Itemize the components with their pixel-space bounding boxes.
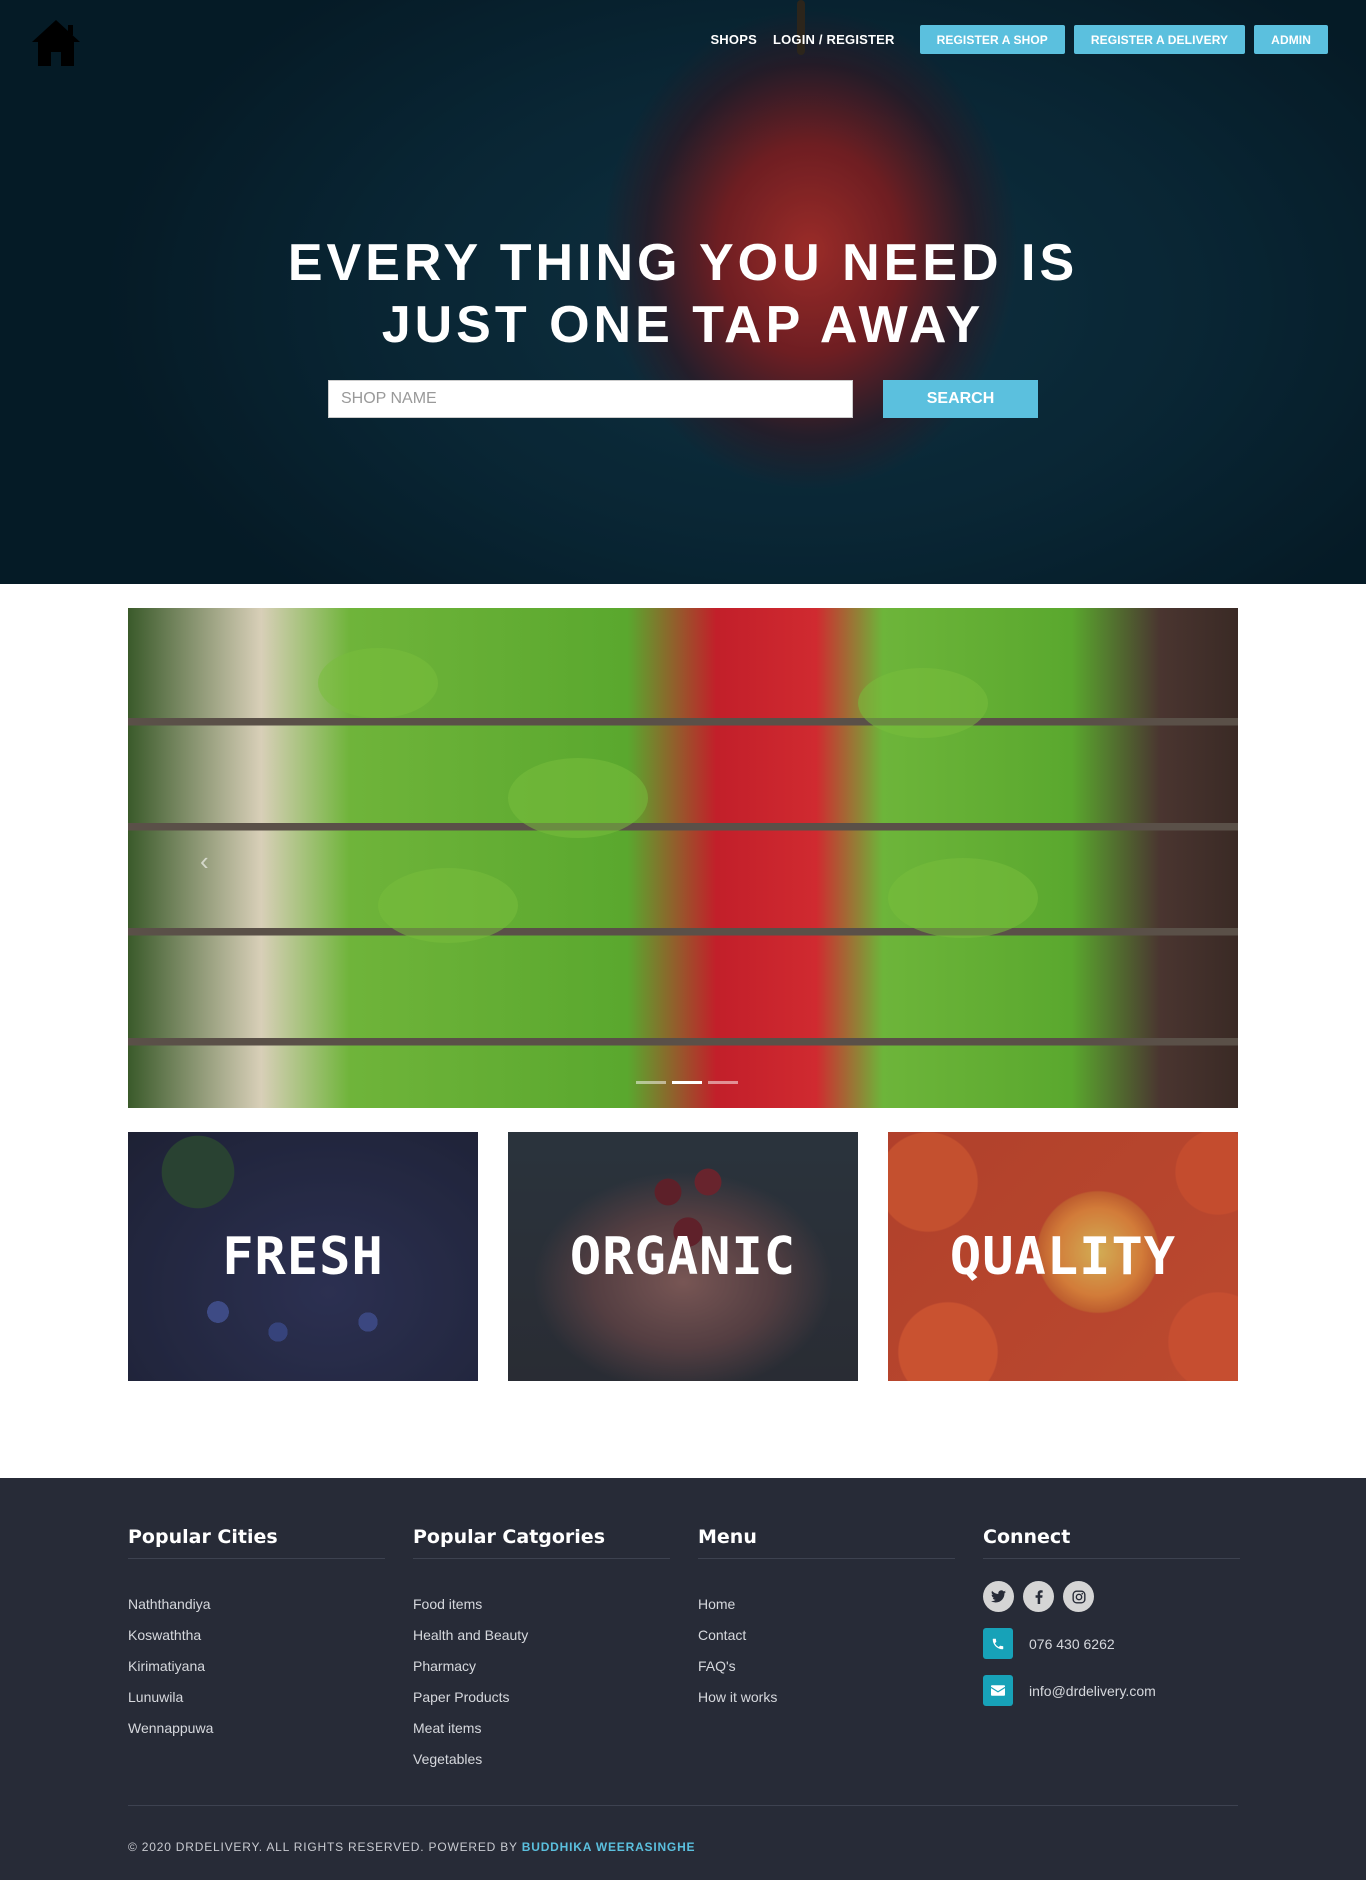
footer-popular-cities: Popular Cities Naththandiya Koswaththa K… [128,1526,385,1744]
menu-link-how-it-works[interactable]: How it works [698,1682,955,1713]
feature-tile-organic: ORGANIC [508,1132,858,1381]
produce-carousel: ‹ [128,608,1238,1108]
register-shop-button[interactable]: REGISTER A SHOP [919,25,1065,54]
footer-menu: Menu Home Contact FAQ's How it works [698,1526,955,1713]
footer-divider [128,1805,1238,1806]
copyright-text: © 2020 DRDELIVERY. ALL RIGHTS RESERVED. … [128,1840,522,1854]
city-link[interactable]: Lunuwila [128,1682,385,1713]
tile-label: ORGANIC [569,1226,797,1287]
main-nav: SHOPS LOGIN / REGISTER REGISTER A SHOP R… [710,25,1328,54]
feature-tile-fresh: FRESH [128,1132,478,1381]
hero-title: EVERY THING YOU NEED IS JUST ONE TAP AWA… [0,232,1366,356]
author-link[interactable]: BUDDHIKA WEERASINGHE [522,1840,696,1854]
category-link[interactable]: Meat items [413,1713,670,1744]
contact-email[interactable]: info@drdelivery.com [1029,1683,1156,1699]
category-link[interactable]: Paper Products [413,1682,670,1713]
city-link[interactable]: Kirimatiyana [128,1651,385,1682]
city-link[interactable]: Koswaththa [128,1620,385,1651]
twitter-icon[interactable] [983,1581,1014,1612]
instagram-icon[interactable] [1063,1581,1094,1612]
nav-shops-link[interactable]: SHOPS [710,32,757,47]
contact-phone[interactable]: 076 430 6262 [1029,1636,1115,1652]
search-button[interactable]: SEARCH [883,380,1038,418]
phone-icon [983,1628,1013,1659]
hero-section: SHOPS LOGIN / REGISTER REGISTER A SHOP R… [0,0,1366,584]
facebook-icon[interactable] [1023,1581,1054,1612]
menu-link-home[interactable]: Home [698,1589,955,1620]
carousel-dot[interactable] [636,1081,666,1084]
footer-heading: Popular Catgories [413,1526,670,1559]
feature-tile-quality: QUALITY [888,1132,1238,1381]
tile-label: QUALITY [949,1226,1177,1287]
envelope-icon [983,1675,1013,1706]
carousel-prev-icon[interactable]: ‹ [200,846,209,877]
site-footer: Popular Cities Naththandiya Koswaththa K… [0,1478,1366,1880]
menu-link-faqs[interactable]: FAQ's [698,1651,955,1682]
tile-label: FRESH [222,1226,384,1287]
carousel-dot-active[interactable] [672,1081,702,1084]
footer-heading: Menu [698,1526,955,1559]
footer-heading: Popular Cities [128,1526,385,1559]
carousel-dot[interactable] [708,1081,738,1084]
register-delivery-button[interactable]: REGISTER A DELIVERY [1073,25,1246,54]
city-link[interactable]: Naththandiya [128,1589,385,1620]
hero-title-line-1: EVERY THING YOU NEED IS [287,234,1079,292]
menu-link-contact[interactable]: Contact [698,1620,955,1651]
city-link[interactable]: Wennappuwa [128,1713,385,1744]
shop-name-search-input[interactable] [328,380,853,418]
category-link[interactable]: Health and Beauty [413,1620,670,1651]
home-logo-icon[interactable] [28,16,84,72]
carousel-indicators [633,1081,741,1084]
footer-popular-categories: Popular Catgories Food items Health and … [413,1526,670,1775]
footer-heading: Connect [983,1526,1240,1559]
admin-button[interactable]: ADMIN [1254,25,1328,54]
contact-email-row: info@drdelivery.com [983,1675,1240,1706]
copyright: © 2020 DRDELIVERY. ALL RIGHTS RESERVED. … [128,1840,695,1854]
contact-phone-row: 076 430 6262 [983,1628,1240,1659]
category-link[interactable]: Food items [413,1589,670,1620]
category-link[interactable]: Pharmacy [413,1651,670,1682]
hero-title-line-2: JUST ONE TAP AWAY [381,296,985,354]
nav-login-register-link[interactable]: LOGIN / REGISTER [773,32,895,47]
category-link[interactable]: Vegetables [413,1744,670,1775]
social-links [983,1581,1240,1612]
footer-connect: Connect 076 430 6262 info@drdelivery.com [983,1526,1240,1706]
